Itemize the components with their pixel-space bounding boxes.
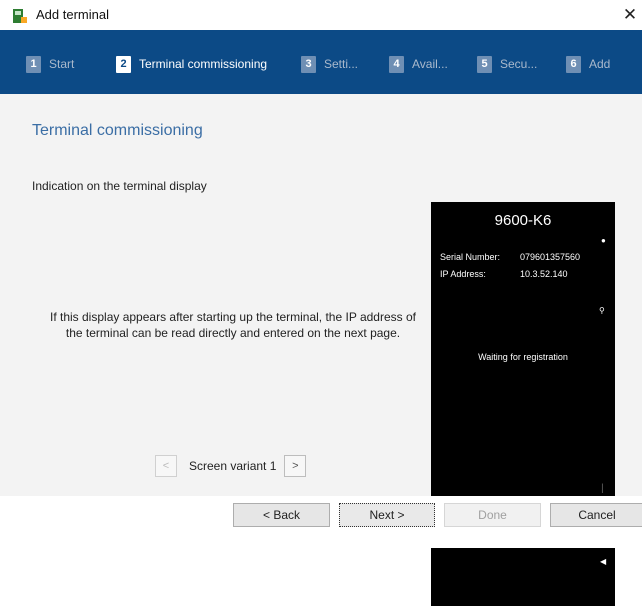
step-number: 5 — [477, 55, 492, 73]
step-add[interactable]: 6 Add — [566, 55, 610, 73]
terminal-status: Waiting for registration — [478, 352, 568, 362]
side-key-arrow-icon: ◀ — [600, 557, 607, 566]
page-title: Terminal commissioning — [32, 122, 203, 139]
button-bar: < Back Next > Done Cancel — [0, 496, 642, 548]
content-area: Terminal commissioning Indication on the… — [0, 94, 642, 606]
step-label: Add — [589, 57, 611, 71]
title-bar: Add terminal ✕ — [0, 0, 642, 30]
next-variant-button[interactable]: > — [284, 455, 307, 477]
step-number: 1 — [26, 55, 41, 73]
side-key-search-icon: ⚲ — [599, 306, 605, 315]
step-terminal-commissioning[interactable]: 2 Terminal commissioning — [116, 55, 267, 73]
description-text: If this display appears after starting u… — [50, 310, 416, 340]
ip-address-label: IP Address: — [440, 269, 486, 279]
serial-number-label: Serial Number: — [440, 252, 501, 262]
step-number: 4 — [389, 55, 404, 73]
done-button[interactable]: Done — [444, 503, 541, 527]
step-available[interactable]: 4 Avail... — [389, 55, 448, 73]
window-title: Add terminal — [36, 7, 109, 22]
section-label: Indication on the terminal display — [32, 179, 207, 193]
terminal-app-icon — [13, 9, 27, 23]
ip-address-value: 10.3.52.140 — [520, 269, 568, 279]
step-label: Terminal commissioning — [139, 57, 268, 71]
terminal-model: 9600-K6 — [494, 212, 552, 229]
step-settings[interactable]: 3 Setti... — [301, 55, 358, 73]
back-button[interactable]: < Back — [233, 503, 330, 527]
close-icon[interactable]: ✕ — [618, 2, 642, 28]
screen-variant-label: Screen variant 1 — [189, 459, 277, 473]
side-key-bar-icon: ▏ — [602, 484, 609, 493]
step-number: 3 — [301, 55, 316, 73]
next-button[interactable]: Next > — [339, 503, 435, 527]
step-number: 2 — [116, 55, 131, 73]
step-security[interactable]: 5 Secu... — [477, 55, 537, 73]
cancel-button[interactable]: Cancel — [550, 503, 642, 527]
serial-number-value: 079601357560 — [520, 252, 581, 262]
step-number: 6 — [566, 55, 581, 73]
previous-variant-button[interactable]: < — [155, 455, 177, 477]
step-label: Avail... — [412, 57, 448, 71]
side-key-dot-icon: ● — [601, 236, 606, 245]
step-label: Start — [49, 57, 75, 71]
screen-variant-selector: < Screen variant 1 > — [155, 455, 307, 477]
wizard-steps-bar: 1 Start 2 Terminal commissioning 3 Setti… — [0, 30, 642, 94]
step-start[interactable]: 1 Start — [26, 55, 74, 73]
step-label: Setti... — [324, 57, 359, 71]
step-label: Secu... — [500, 57, 538, 71]
